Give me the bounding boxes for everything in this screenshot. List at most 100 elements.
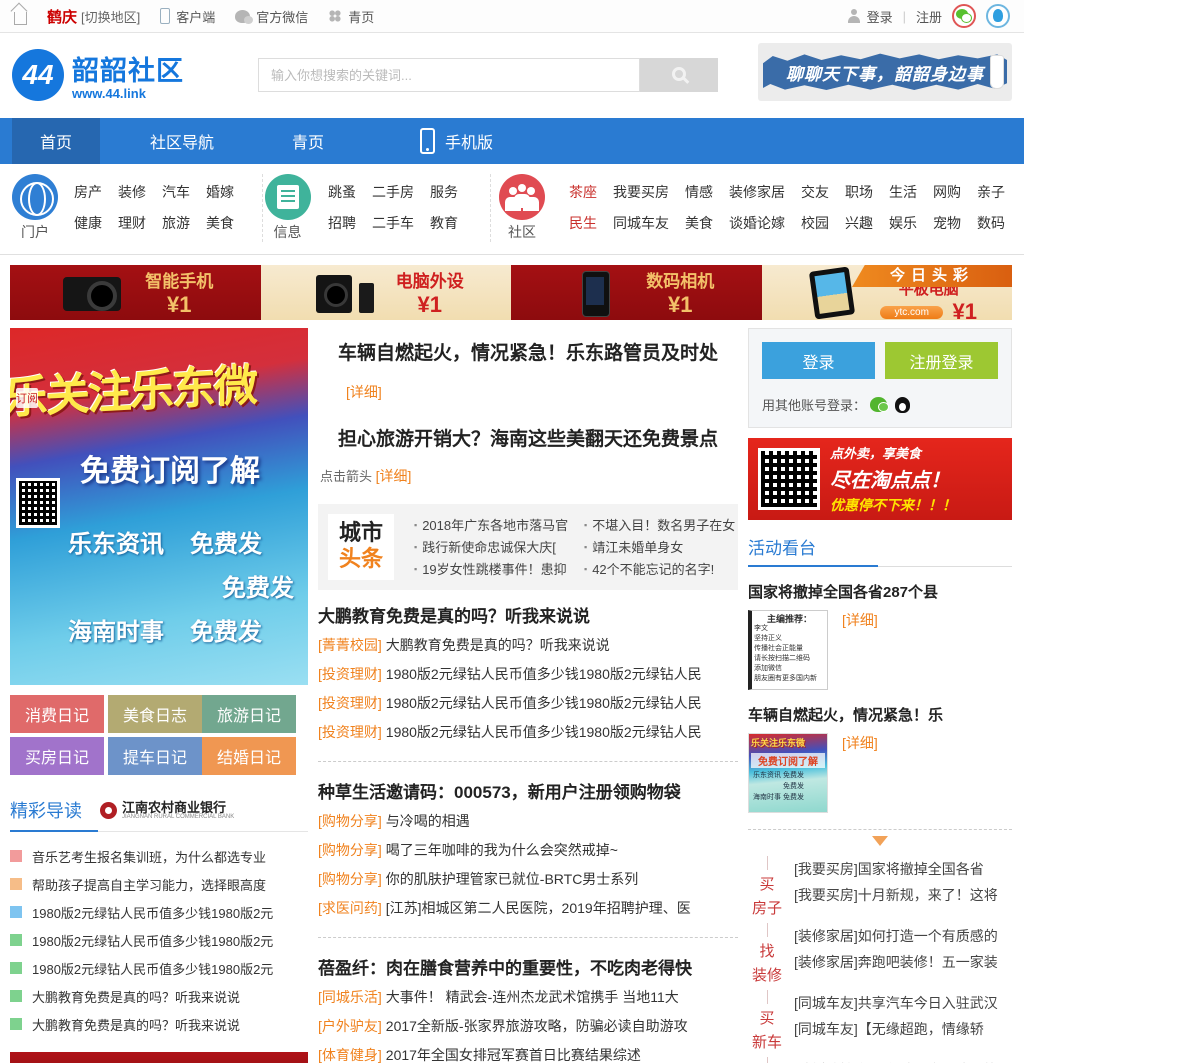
register-surprise-ad[interactable]: 注册有 惊喜 xyxy=(10,1052,308,1063)
category-link[interactable]: 装修家居 xyxy=(729,184,785,200)
list-item[interactable]: 音乐艺考生报名集训班，为什么都选专业 xyxy=(10,842,308,870)
post-tag[interactable]: [购物分享] xyxy=(318,813,382,829)
top-headline-1[interactable]: 车辆自燃起火，情况紧急！乐东路管员及时处 xyxy=(318,342,738,366)
post-tag[interactable]: [投资理财] xyxy=(318,666,382,682)
promo-camera[interactable]: 数码相机 ¥1 xyxy=(511,265,762,320)
category-link[interactable]: 装修 xyxy=(118,184,146,200)
detail-link[interactable]: [详细] xyxy=(842,733,878,813)
category-link[interactable]: 招聘 xyxy=(328,215,356,231)
category-link[interactable]: 宠物 xyxy=(933,215,961,231)
post-row[interactable]: [求医问药][江苏]相城区第二人民医院，2019年招聘护理、医 xyxy=(318,894,738,923)
category-link[interactable]: 民生 xyxy=(569,215,597,231)
post-tag[interactable]: [购物分享] xyxy=(318,842,382,858)
quick-link[interactable]: [我要买房]十月新规，来了！这将 xyxy=(794,882,1006,908)
category-link[interactable]: 理财 xyxy=(118,215,146,231)
promo-pc-accessory[interactable]: 电脑外设 ¥1 xyxy=(261,265,512,320)
post-tag[interactable]: [户外驴友] xyxy=(318,1018,382,1034)
quick-link[interactable]: [同城车友]共享汽车今日入驻武汉 xyxy=(794,990,1006,1016)
category-link[interactable]: 兴趣 xyxy=(845,215,873,231)
post-tag[interactable]: [体育健身] xyxy=(318,1047,382,1063)
headline-item[interactable]: 不堪入目！数名男子在女 xyxy=(584,514,742,536)
wechat-login-icon[interactable] xyxy=(952,4,976,28)
quick-link[interactable]: [装修家居]奔跑吧装修！五一家装 xyxy=(794,949,1006,975)
register-link[interactable]: 注册 xyxy=(916,7,942,26)
list-item[interactable]: 大鹏教育免费是真的吗？听我来说说 xyxy=(10,982,308,1010)
category-link[interactable]: 美食 xyxy=(206,215,234,231)
post-row[interactable]: [体育健身]2017年全国女排冠军赛首日比赛结果综述 xyxy=(318,1041,738,1063)
current-city[interactable]: 鹤庆 xyxy=(47,6,77,27)
category-link[interactable]: 生活 xyxy=(889,184,917,200)
diary-button[interactable]: 旅游日记 xyxy=(202,695,296,733)
nav-tab-community[interactable]: 社区导航 xyxy=(122,118,242,164)
category-link[interactable]: 娱乐 xyxy=(889,215,917,231)
qq-login-icon[interactable] xyxy=(986,4,1010,28)
post-tag[interactable]: [菁菁校园] xyxy=(318,637,382,653)
category-link[interactable]: 房产 xyxy=(74,184,102,200)
promo-link-button[interactable]: ytc.com xyxy=(880,306,942,319)
quick-link[interactable]: [同城车友]【无缘超跑，情缘轿 xyxy=(794,1016,1006,1042)
category-link[interactable]: 网购 xyxy=(933,184,961,200)
diary-button[interactable]: 买房日记 xyxy=(10,737,104,775)
switch-region-link[interactable]: [切换地区] xyxy=(81,7,140,26)
post-row[interactable]: [购物分享]你的肌肤护理管家已就位-BRTC男士系列 xyxy=(318,865,738,894)
headline-item[interactable]: 践行新使命忠诚保大庆[ xyxy=(414,536,572,558)
category-link[interactable]: 亲子 xyxy=(977,184,1005,200)
activity-title[interactable]: 车辆自燃起火，情况紧急！乐 xyxy=(748,704,1012,725)
bank-logo[interactable]: 江南农村商业银行 JIANGNAN RURAL COMMERCIAL BANK xyxy=(100,801,234,820)
search-button[interactable] xyxy=(640,58,718,92)
post-row[interactable]: [投资理财]1980版2元绿钻人民币值多少钱1980版2元绿钻人民 xyxy=(318,718,738,747)
category-link[interactable]: 校园 xyxy=(801,215,829,231)
quick-link[interactable]: [装修家居]如何打造一个有质感的 xyxy=(794,923,1006,949)
search-input[interactable] xyxy=(258,58,640,92)
category-link[interactable]: 我要买房 xyxy=(613,184,669,200)
qq-mini-icon[interactable] xyxy=(895,397,910,413)
activity-thumbnail[interactable]: 主编推荐：李文坚持正义传播社会正能量请长按扫描二维码添加微信朋友圈有更多国内新 xyxy=(748,610,828,690)
home-link[interactable] xyxy=(14,8,27,25)
category-link[interactable]: 婚嫁 xyxy=(206,184,234,200)
category-link[interactable]: 数码 xyxy=(977,215,1005,231)
activity-thumbnail[interactable]: 乐关注乐东微 免费订阅了解 乐东资讯 免费发 免费发 海南时事 免费发 xyxy=(748,733,828,813)
category-link[interactable]: 旅游 xyxy=(162,215,190,231)
headline-item[interactable]: 2018年广东各地市落马官 xyxy=(414,514,572,536)
post-tag[interactable]: [同城乐活] xyxy=(318,989,382,1005)
list-item[interactable]: 1980版2元绿钻人民币值多少钱1980版2元 xyxy=(10,898,308,926)
post-row[interactable]: [同城乐活]大事件！ 精武会-连州杰龙武术馆携手 当地11大 xyxy=(318,983,738,1012)
login-button[interactable]: 登录 xyxy=(762,342,875,379)
taodiandian-qr-ad[interactable]: 点外卖，享美食 尽在淘点点！ 优惠停不下来！！！ xyxy=(748,438,1012,520)
list-item[interactable]: 大鹏教育免费是真的吗？听我来说说 xyxy=(10,1010,308,1038)
detail-link[interactable]: [详细] xyxy=(346,384,382,400)
category-link[interactable]: 交友 xyxy=(801,184,829,200)
client-link[interactable]: 客户端 xyxy=(160,7,215,26)
section-title[interactable]: 蓓盈纤：肉在膳食营养中的重要性，不吃肉老得快 xyxy=(318,954,738,979)
detail-link[interactable]: [详细] xyxy=(842,610,878,690)
site-logo[interactable]: 44 韶韶社区 www.44.link xyxy=(12,49,184,101)
promo-tablet[interactable]: 今日头彩 平板电脑 ytc.com ¥1 xyxy=(762,265,1013,320)
register-login-button[interactable]: 注册登录 xyxy=(885,342,998,379)
post-row[interactable]: [户外驴友]2017全新版-张家界旅游攻略，防骗必读自助游攻 xyxy=(318,1012,738,1041)
diary-button[interactable]: 消费日记 xyxy=(10,695,104,733)
category-link[interactable]: 汽车 xyxy=(162,184,190,200)
category-link[interactable]: 健康 xyxy=(74,215,102,231)
top-headline-2[interactable]: 担心旅游开销大？海南这些美翻天还免费景点 xyxy=(318,428,738,452)
diary-button[interactable]: 提车日记 xyxy=(108,737,202,775)
nav-tab-mobile[interactable]: 手机版 xyxy=(392,118,521,164)
quick-link[interactable]: [我要买房]国家将撤掉全国各省 xyxy=(794,856,1006,882)
category-link[interactable]: 美食 xyxy=(685,215,713,231)
section-title[interactable]: 大鹏教育免费是真的吗？听我来说说 xyxy=(318,602,738,627)
headline-item[interactable]: 19岁女性跳楼事件！患抑 xyxy=(414,558,572,580)
nav-tab-qingye[interactable]: 青页 xyxy=(264,118,352,164)
post-tag[interactable]: [投资理财] xyxy=(318,724,382,740)
wechat-mini-icon[interactable] xyxy=(870,397,887,412)
official-wechat-link[interactable]: 官方微信 xyxy=(235,7,308,26)
list-item[interactable]: 1980版2元绿钻人民币值多少钱1980版2元 xyxy=(10,954,308,982)
ledong-wechat-ad[interactable]: 乐关注乐东微 免费订阅了解 订阅 乐东资讯免费发 免费发 海南时事免费发 xyxy=(10,328,308,685)
post-tag[interactable]: [投资理财] xyxy=(318,695,382,711)
list-item[interactable]: 帮助孩子提高自主学习能力，选择眼高度 xyxy=(10,870,308,898)
category-link[interactable]: 二手车 xyxy=(372,215,414,231)
header-banner-ad[interactable]: 聊聊天下事，韶韶身边事 xyxy=(758,43,1012,101)
activity-title[interactable]: 国家将撤掉全国各省287个县 xyxy=(748,581,1012,602)
post-row[interactable]: [购物分享]与冷喝的相遇 xyxy=(318,807,738,836)
post-row[interactable]: [购物分享]喝了三年咖啡的我为什么会突然戒掉~ xyxy=(318,836,738,865)
category-link[interactable]: 二手房 xyxy=(372,184,414,200)
headline-item[interactable]: 靖江未婚单身女 xyxy=(584,536,742,558)
